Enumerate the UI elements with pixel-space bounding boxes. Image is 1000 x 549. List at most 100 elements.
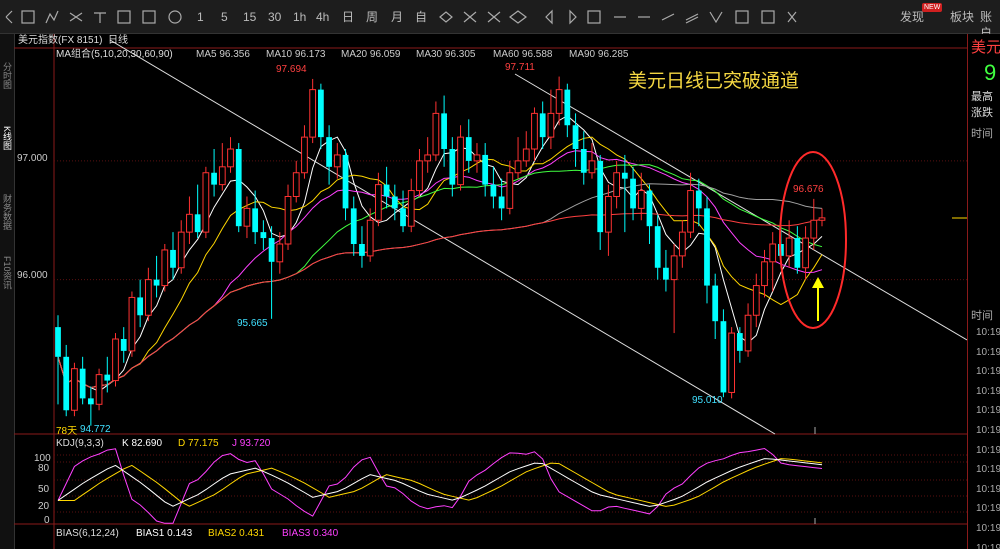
back-icon[interactable] bbox=[5, 10, 13, 24]
candle-body-up bbox=[555, 89, 563, 114]
candle-body-down bbox=[720, 321, 727, 393]
cross2-icon[interactable] bbox=[487, 11, 501, 23]
candle-body-down bbox=[646, 190, 653, 227]
period-1[interactable]: 1 bbox=[197, 9, 204, 25]
candle-body-down bbox=[621, 172, 628, 179]
candle-body-up bbox=[95, 374, 103, 405]
candle-body-up bbox=[243, 207, 251, 227]
window-icon[interactable] bbox=[761, 10, 775, 24]
candle-body-up bbox=[227, 148, 234, 168]
period-30[interactable]: 30 bbox=[268, 9, 281, 25]
sector-link[interactable]: 板块 bbox=[950, 9, 974, 25]
candle-body-down bbox=[400, 208, 406, 227]
candle-body-up bbox=[802, 237, 809, 269]
line-chart-icon[interactable] bbox=[45, 10, 59, 24]
candle-body-up bbox=[128, 296, 136, 352]
time-header: 时间 bbox=[971, 128, 993, 140]
candle-body-down bbox=[383, 184, 390, 197]
candle-body-down bbox=[153, 279, 160, 286]
kdj-tick-0: 0 bbox=[44, 515, 50, 526]
candle-body-up bbox=[301, 136, 308, 174]
candle-body-down bbox=[654, 226, 661, 268]
candle-body-up bbox=[473, 154, 481, 162]
tag-icon[interactable] bbox=[509, 10, 527, 24]
bias-1: BIAS1 0.143 bbox=[136, 528, 193, 539]
candle-body-down bbox=[235, 149, 242, 227]
panel-icon[interactable] bbox=[735, 10, 749, 24]
channel-lower bbox=[109, 39, 776, 435]
symbol-name: 美元指数(FX 8151) bbox=[18, 35, 103, 46]
arrow-right-icon[interactable] bbox=[569, 9, 577, 25]
period-custom[interactable]: 自 bbox=[415, 9, 427, 25]
kdj-j-line bbox=[57, 447, 823, 524]
new-badge: NEW bbox=[922, 3, 943, 12]
quote-change-label: 涨跌 bbox=[971, 107, 993, 119]
candle-body-down bbox=[260, 232, 267, 239]
candle-body-up bbox=[457, 136, 464, 186]
candle-body-up bbox=[531, 112, 538, 150]
candle-body-down bbox=[252, 208, 259, 233]
candle-body-up bbox=[818, 217, 826, 221]
candle-body-down bbox=[712, 285, 719, 322]
book-icon[interactable] bbox=[587, 10, 601, 24]
cross-icon[interactable] bbox=[463, 11, 477, 23]
period-5[interactable]: 5 bbox=[221, 9, 228, 25]
candle-body-up bbox=[186, 213, 193, 233]
candle-body-down bbox=[794, 238, 801, 268]
kdj-title: KDJ(9,3,3) bbox=[56, 438, 104, 449]
ma5-legend: MA5 96.356 bbox=[196, 49, 250, 60]
candle-body-down bbox=[120, 339, 127, 351]
time-row: 10:19 bbox=[976, 366, 1000, 378]
candle-body-down bbox=[326, 137, 332, 167]
list-icon[interactable] bbox=[21, 10, 35, 24]
price-high-1: 97.694 bbox=[276, 64, 307, 75]
discover-link[interactable]: 发现 bbox=[900, 9, 924, 25]
period-week[interactable]: 周 bbox=[366, 9, 378, 25]
indicator-icon[interactable] bbox=[94, 12, 106, 23]
more-icon[interactable] bbox=[787, 11, 797, 23]
right-quote-panel: 美元 9 最高 涨跌 时间 时间 10:19 10:19 10:19 10:19 10:… bbox=[967, 34, 1000, 549]
grid-icon[interactable] bbox=[117, 10, 131, 24]
time-row: 10:19 bbox=[976, 425, 1000, 436]
candle-body-up bbox=[522, 148, 530, 162]
candle-body-down bbox=[449, 149, 456, 185]
period-15[interactable]: 15 bbox=[243, 9, 256, 25]
candle-body-down bbox=[465, 137, 472, 161]
ma90-legend: MA90 96.285 bbox=[569, 49, 629, 60]
candle-body-down bbox=[137, 297, 144, 316]
period-1h[interactable]: 1h bbox=[293, 9, 306, 25]
candle-body-down bbox=[564, 89, 571, 126]
candle-body-down bbox=[104, 374, 111, 381]
channel-lines bbox=[109, 39, 967, 435]
candle-body-up bbox=[144, 279, 152, 316]
candle-body-down bbox=[268, 238, 275, 262]
kdj-k-line bbox=[57, 458, 823, 507]
candle-body-down bbox=[580, 149, 587, 173]
period-month[interactable]: 月 bbox=[391, 9, 403, 25]
price-low-1: 95.665 bbox=[237, 318, 268, 329]
candle-body-up bbox=[375, 184, 382, 221]
candle-body-down bbox=[695, 190, 702, 209]
candle-body-down bbox=[630, 178, 636, 209]
slash-icon[interactable] bbox=[661, 13, 675, 21]
kdj-k: K 82.690 bbox=[122, 438, 163, 449]
diamond-icon[interactable] bbox=[439, 11, 453, 23]
candle-body-up bbox=[670, 255, 678, 281]
v-icon[interactable] bbox=[709, 11, 723, 24]
refresh-icon[interactable] bbox=[168, 10, 182, 24]
save-icon[interactable] bbox=[142, 10, 156, 24]
candle-body-up bbox=[785, 237, 793, 257]
double-slash-icon[interactable] bbox=[685, 13, 699, 24]
candle-body-down bbox=[539, 113, 546, 138]
period-4h[interactable]: 4h bbox=[316, 9, 329, 25]
candle-body-up bbox=[292, 172, 300, 197]
period-day[interactable]: 日 bbox=[342, 9, 354, 25]
time-row: 10:19 bbox=[976, 405, 1000, 417]
kdj-lines bbox=[57, 447, 823, 524]
time-row: 10:19 bbox=[976, 523, 1000, 534]
candle-body-up bbox=[547, 112, 555, 138]
arrow-left-icon[interactable] bbox=[545, 9, 553, 25]
draw-icon[interactable] bbox=[69, 12, 83, 22]
ma30-legend: MA30 96.305 bbox=[416, 49, 476, 60]
candle-body-up bbox=[407, 190, 415, 227]
